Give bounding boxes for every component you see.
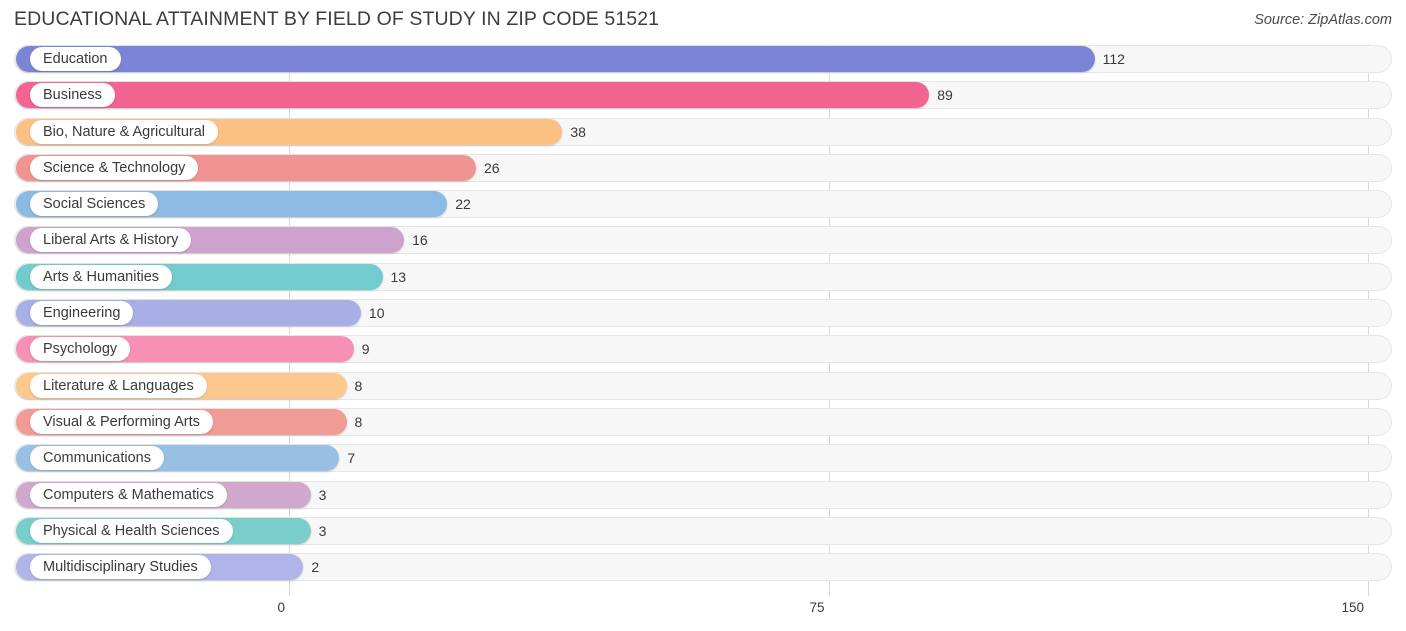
- page-title: EDUCATIONAL ATTAINMENT BY FIELD OF STUDY…: [14, 8, 660, 30]
- bar-value: 22: [455, 196, 471, 213]
- bar-label: Multidisciplinary Studies: [30, 555, 211, 580]
- bar-label: Physical & Health Sciences: [30, 518, 233, 543]
- bar-row: Computers & Mathematics 3: [0, 480, 1406, 510]
- chart-plot-area: Education 112 Business 89 Bio, Nature & Agri…: [0, 44, 1406, 596]
- bar-row: Literature & Languages 8: [0, 371, 1406, 401]
- bar-label: Social Sciences: [30, 192, 159, 217]
- bar-row: Education 112: [0, 44, 1406, 74]
- bar-value: 3: [318, 486, 327, 503]
- bar-value: 10: [368, 305, 385, 322]
- bar-label: Literature & Languages: [30, 373, 207, 398]
- bar-value: 26: [484, 159, 500, 176]
- bar-value: 8: [354, 413, 363, 430]
- bar[interactable]: [16, 82, 930, 109]
- bar-value: 3: [318, 522, 327, 539]
- bar-label: Science & Technology: [30, 155, 199, 180]
- bar-value: 2: [311, 559, 320, 576]
- x-tick-label: 75: [809, 600, 825, 615]
- bar-row: Business 89: [0, 80, 1406, 110]
- bar-label: Visual & Performing Arts: [30, 409, 213, 434]
- bar-row: Social Sciences 22: [0, 189, 1406, 219]
- bar-value: 112: [1102, 51, 1125, 67]
- bar-row: Liberal Arts & History 16: [0, 225, 1406, 255]
- x-tick-label: 0: [277, 600, 285, 615]
- bar-value: 13: [390, 268, 407, 285]
- bar-row: Psychology 9: [0, 334, 1406, 364]
- bar-rows: Education 112 Business 89 Bio, Nature & Agri…: [0, 44, 1406, 588]
- bar-label: Psychology: [30, 337, 131, 362]
- x-tick-label: 150: [1341, 600, 1364, 615]
- bar-label: Bio, Nature & Agricultural: [30, 119, 218, 144]
- bar-label: Communications: [30, 446, 164, 471]
- bar-row: Bio, Nature & Agricultural 38: [0, 117, 1406, 147]
- bar-row: Arts & Humanities 13: [0, 262, 1406, 292]
- bar-label: Engineering: [30, 301, 134, 326]
- bar-value: 89: [937, 87, 953, 104]
- source-attribution: Source: ZipAtlas.com: [1254, 12, 1392, 28]
- bar-label: Education: [30, 47, 121, 71]
- bar-label: Computers & Mathematics: [30, 482, 227, 507]
- bar-label: Liberal Arts & History: [30, 228, 192, 253]
- bar-label: Arts & Humanities: [30, 264, 173, 289]
- chart-header: EDUCATIONAL ATTAINMENT BY FIELD OF STUDY…: [0, 0, 1406, 42]
- bar-row: Visual & Performing Arts 8: [0, 407, 1406, 437]
- bar-row: Multidisciplinary Studies 2: [0, 552, 1406, 582]
- bar-row: Communications 7: [0, 443, 1406, 473]
- bar[interactable]: [16, 46, 1095, 72]
- bar-value: 9: [361, 341, 370, 358]
- bar-value: 38: [570, 123, 586, 140]
- x-axis: 0 75 150: [0, 596, 1406, 631]
- bar-value: 16: [412, 232, 428, 249]
- bar-label: Business: [30, 83, 115, 108]
- bar-row: Engineering 10: [0, 298, 1406, 328]
- bar-row: Science & Technology 26: [0, 153, 1406, 183]
- bar-value: 8: [354, 377, 363, 394]
- bar-row: Physical & Health Sciences 3: [0, 516, 1406, 546]
- bar-value: 7: [347, 450, 356, 467]
